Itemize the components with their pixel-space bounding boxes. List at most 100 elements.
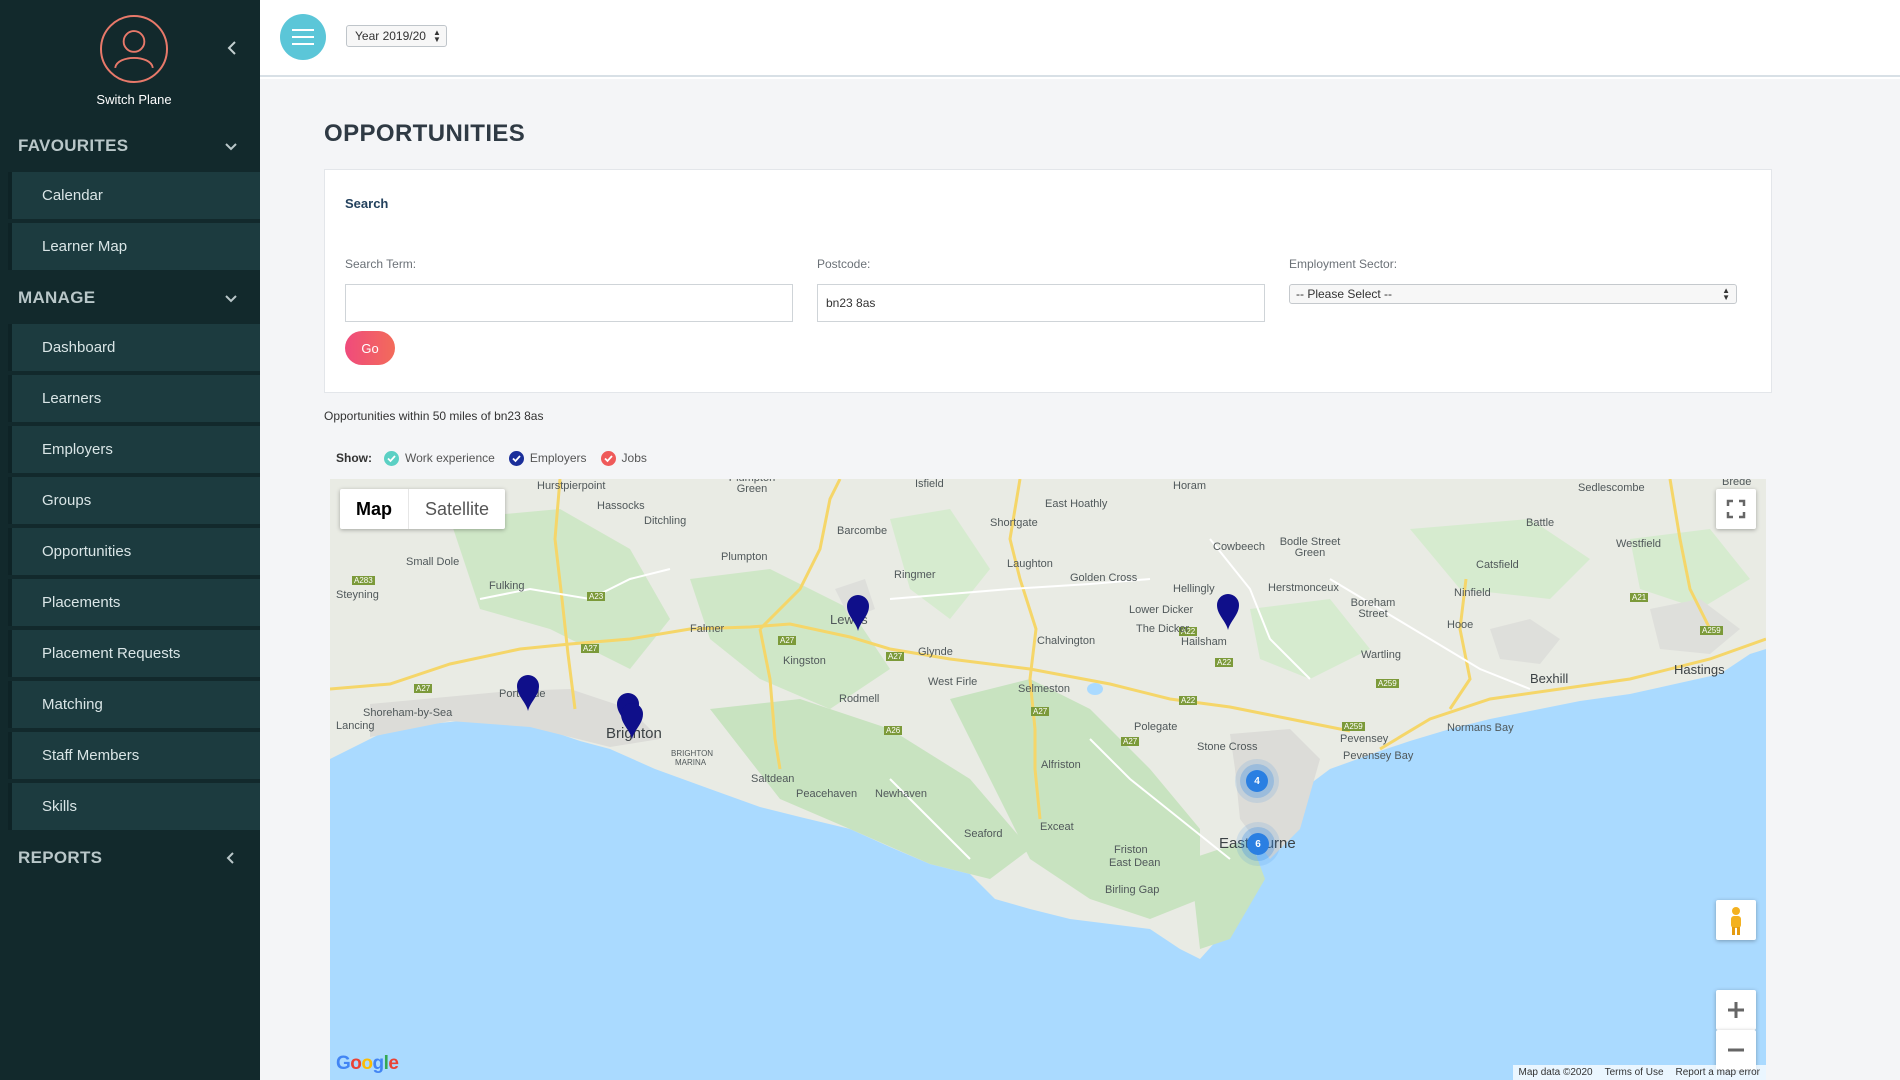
terms-of-use-link[interactable]: Terms of Use	[1599, 1067, 1670, 1078]
filter-employers[interactable]: Employers	[508, 450, 587, 466]
road-label: A22	[1179, 696, 1198, 705]
page-title: OPPORTUNITIES	[324, 120, 526, 147]
place-label: Birling Gap	[1105, 884, 1160, 896]
section-favourites[interactable]: FAVOURITES	[0, 128, 260, 164]
chevron-left-icon	[226, 852, 234, 864]
employment-sector-select[interactable]: -- Please Select -- ▲ ▼	[1289, 284, 1737, 304]
sidebar-item-placements[interactable]: Placements	[8, 579, 260, 626]
map-filters: Show: Work experience Employers Jobs	[336, 449, 661, 467]
place-label: Battle	[1526, 517, 1555, 529]
sidebar-item-label: Placements	[42, 594, 121, 611]
sidebar-item-learner-map[interactable]: Learner Map	[8, 223, 260, 270]
fullscreen-button[interactable]	[1716, 489, 1756, 529]
place-label: Friston	[1114, 844, 1148, 856]
road-label: A259	[1700, 626, 1723, 635]
map-type-satellite-button[interactable]: Satellite	[408, 489, 505, 529]
road-label: A259	[1342, 722, 1365, 731]
place-label: Rodmell	[839, 693, 880, 705]
chevron-down-icon	[225, 295, 237, 303]
place-label: Exceat	[1040, 821, 1074, 833]
place-label: Saltdean	[751, 773, 795, 785]
section-manage[interactable]: MANAGE	[0, 280, 260, 316]
search-term-input[interactable]	[345, 284, 793, 322]
year-select-value: Year 2019/20	[355, 29, 426, 43]
minus-icon	[1728, 1048, 1744, 1052]
postcode-input[interactable]	[817, 284, 1265, 322]
sidebar-item-staff-members[interactable]: Staff Members	[8, 732, 260, 779]
select-arrows-icon: ▲ ▼	[1722, 286, 1730, 302]
place-label: Plumpton	[721, 551, 768, 563]
map-type-control: Map Satellite	[340, 489, 506, 529]
search-panel: Search Search Term: Postcode: Employment…	[324, 169, 1772, 393]
sidebar-item-placement-requests[interactable]: Placement Requests	[8, 630, 260, 677]
sidebar-item-groups[interactable]: Groups	[8, 477, 260, 524]
place-label: Westfield	[1616, 538, 1662, 550]
place-label: Seaford	[964, 828, 1003, 840]
sidebar-collapse-chevron-icon[interactable]	[224, 38, 240, 58]
employer-marker-pin-icon[interactable]	[620, 702, 644, 740]
sidebar-item-label: Staff Members	[42, 747, 140, 764]
employment-sector-label: Employment Sector:	[1289, 257, 1398, 271]
place-label: Stone Cross	[1197, 741, 1258, 753]
section-manage-label: MANAGE	[18, 288, 96, 307]
place-label: Hellingly	[1173, 583, 1215, 595]
place-label: Falmer	[690, 623, 725, 635]
marker-cluster[interactable]: 4	[1234, 758, 1280, 804]
sidebar-item-calendar[interactable]: Calendar	[8, 172, 260, 219]
hamburger-icon	[292, 29, 314, 31]
section-reports-label: REPORTS	[18, 848, 103, 867]
map-type-map-button[interactable]: Map	[340, 489, 408, 529]
employer-marker-pin-icon[interactable]	[1216, 593, 1240, 631]
sidebar-item-label: Skills	[42, 798, 78, 815]
menu-toggle-button[interactable]	[280, 14, 326, 60]
filter-jobs[interactable]: Jobs	[600, 450, 647, 466]
place-label: Peacehaven	[796, 788, 858, 800]
place-label: Lancing	[336, 720, 375, 732]
sidebar-item-label: Placement Requests	[42, 645, 181, 662]
section-reports[interactable]: REPORTS	[0, 840, 260, 876]
profile-avatar-icon[interactable]	[100, 15, 168, 83]
place-label: Chalvington	[1037, 635, 1096, 647]
main-content: OPPORTUNITIES Search Search Term: Postco…	[260, 79, 1900, 1080]
sidebar-item-dashboard[interactable]: Dashboard	[8, 324, 260, 371]
place-label: Cowbeech	[1213, 541, 1265, 553]
place-label: Horam	[1173, 480, 1207, 492]
year-select[interactable]: Year 2019/20 ▲ ▼	[346, 25, 447, 47]
sidebar-item-employers[interactable]: Employers	[8, 426, 260, 473]
sidebar-item-opportunities[interactable]: Opportunities	[8, 528, 260, 575]
place-label: Small Dole	[406, 556, 460, 568]
employer-marker-pin-icon[interactable]	[846, 594, 870, 632]
place-label: Catsfield	[1476, 559, 1519, 571]
road-label: A283	[352, 576, 375, 585]
switch-plane-label[interactable]: Switch Plane	[0, 92, 268, 107]
street-view-button[interactable]	[1716, 900, 1756, 940]
sidebar-item-label: Opportunities	[42, 543, 132, 560]
zoom-out-button[interactable]	[1716, 1030, 1756, 1070]
filter-label: Jobs	[621, 451, 647, 465]
map-data-text: Map data ©2020	[1518, 1067, 1593, 1078]
select-arrows-icon: ▲ ▼	[433, 28, 441, 44]
place-label: Sedlescombe	[1578, 482, 1645, 494]
place-label: Lower Dicker	[1129, 604, 1194, 616]
place-label: East Dean	[1109, 857, 1161, 869]
sidebar-item-matching[interactable]: Matching	[8, 681, 260, 728]
road-label: A27	[1031, 707, 1050, 716]
road-label: A27	[886, 652, 905, 661]
go-button[interactable]: Go	[345, 331, 395, 365]
zoom-in-button[interactable]	[1716, 990, 1756, 1030]
employer-marker-pin-icon[interactable]	[516, 674, 540, 712]
place-label: Normans Bay	[1447, 722, 1514, 734]
checkmark-icon	[384, 450, 399, 466]
place-label: Herstmonceux	[1268, 582, 1339, 594]
filter-work-experience[interactable]: Work experience	[384, 450, 495, 466]
sidebar-item-skills[interactable]: Skills	[8, 783, 260, 830]
road-label: A26	[884, 726, 903, 735]
sidebar-item-label: Learners	[42, 390, 102, 407]
sidebar-item-learners[interactable]: Learners	[8, 375, 260, 422]
place-label: Isfield	[915, 479, 944, 490]
place-label: Bodle Street Green	[1279, 536, 1341, 559]
marker-cluster[interactable]: 6	[1235, 821, 1281, 867]
report-map-error-link[interactable]: Report a map error	[1670, 1067, 1766, 1078]
opportunities-map[interactable]: A283 A23 A27 A27 A27 A27 A26 A27 A27 A22…	[330, 479, 1766, 1080]
place-label: Pevensey Bay	[1343, 750, 1414, 762]
